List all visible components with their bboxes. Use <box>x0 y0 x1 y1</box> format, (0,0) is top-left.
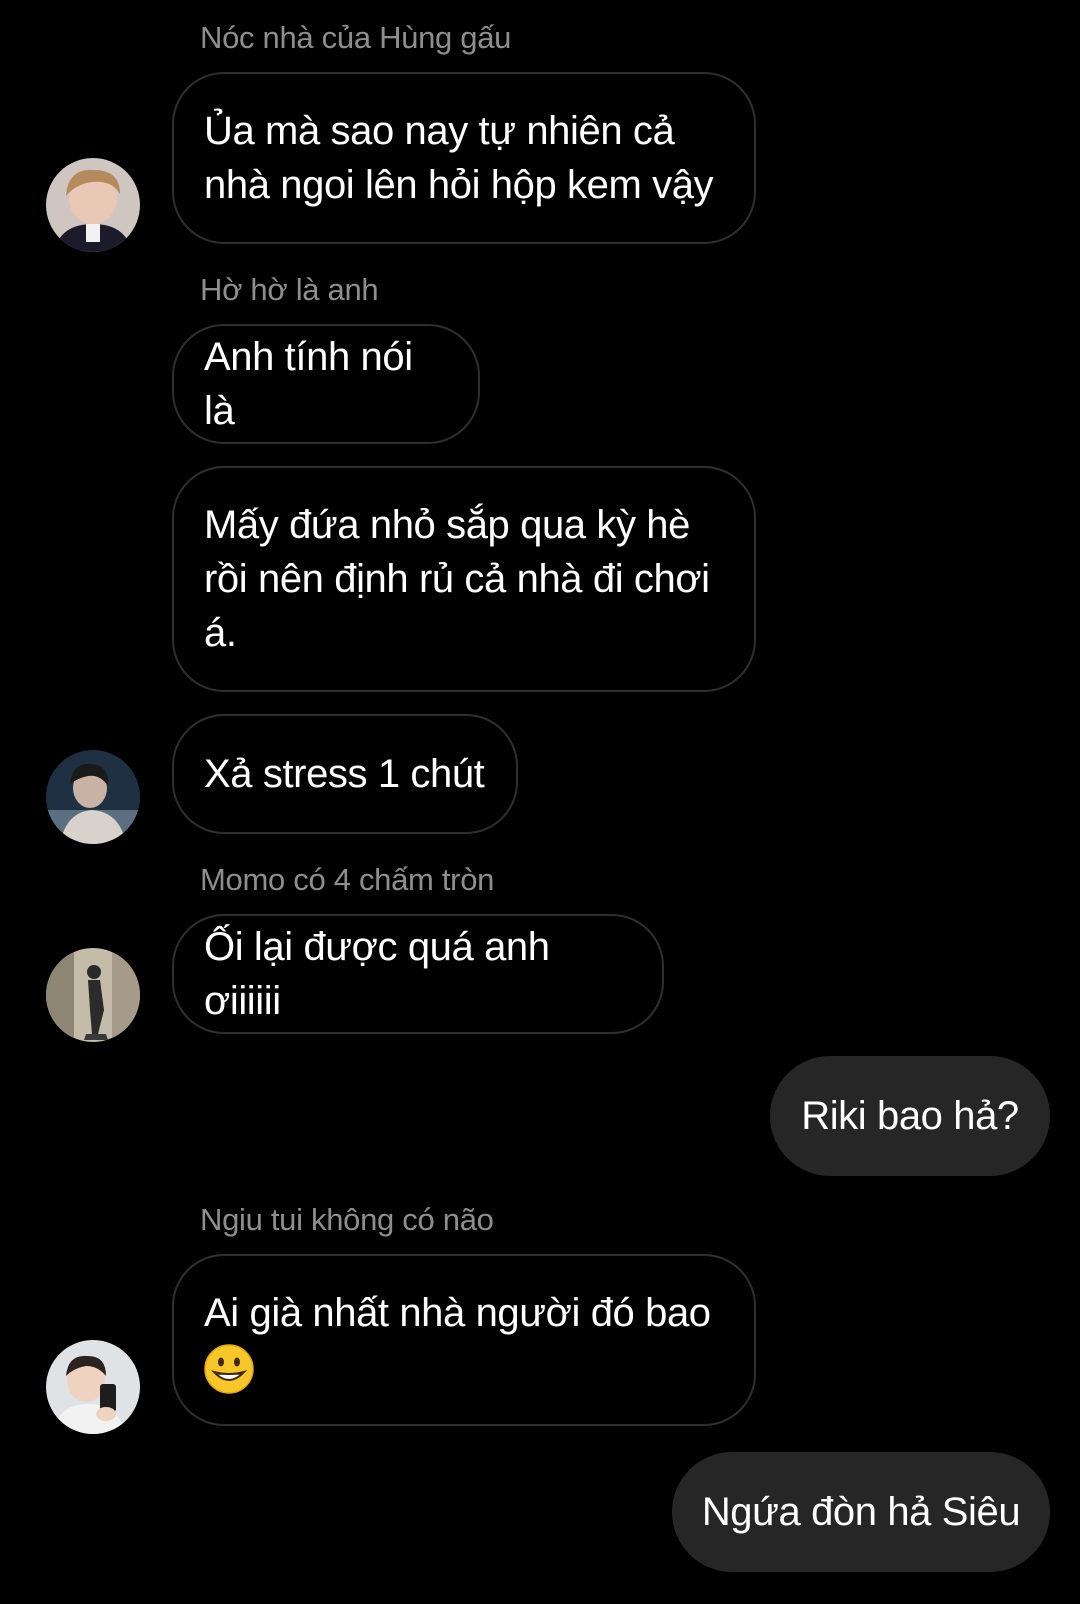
avatar[interactable] <box>46 750 140 844</box>
avatar-image <box>46 1340 140 1434</box>
sender-name: Hờ hờ là anh <box>200 272 379 307</box>
message-bubble-incoming[interactable]: Ai già nhất nhà người đó bao <box>172 1254 756 1426</box>
message-bubble-outgoing[interactable]: Riki bao hả? <box>770 1056 1050 1176</box>
chat-thread: Nóc nhà của Hùng gấu Ủa mà sao nay tự nh… <box>0 0 1080 1604</box>
grinning-face-emoji <box>204 1344 254 1394</box>
avatar-image <box>46 158 140 252</box>
message-bubble-incoming[interactable]: Mấy đứa nhỏ sắp qua kỳ hè rồi nên định r… <box>172 466 756 692</box>
message-bubble-outgoing[interactable]: Ngứa đòn hả Siêu <box>672 1452 1050 1572</box>
avatar[interactable] <box>46 1340 140 1434</box>
sender-name: Ngiu tui không có não <box>200 1202 494 1237</box>
message-bubble-incoming[interactable]: Xả stress 1 chút <box>172 714 518 834</box>
sender-name: Momo có 4 chấm tròn <box>200 862 495 897</box>
message-line: á. <box>204 611 237 655</box>
message-line: Ai già nhất nhà người đó bao <box>204 1290 711 1335</box>
message-line: nhà ngoi lên hỏi hộp kem vậy <box>204 163 714 207</box>
message-line: Mấy đứa nhỏ sắp qua kỳ hè <box>204 503 690 547</box>
avatar[interactable] <box>46 158 140 252</box>
message-emoji-line <box>204 1340 724 1394</box>
message-bubble-incoming[interactable]: Ối lại được quá anh ơiiiiii <box>172 914 664 1034</box>
message-text: Ngứa đòn hả Siêu <box>701 1490 1021 1534</box>
message-line: Ủa mà sao nay tự nhiên cả <box>204 109 675 153</box>
avatar[interactable] <box>46 948 140 1042</box>
message-bubble-incoming[interactable]: Anh tính nói là <box>172 324 480 444</box>
avatar-image <box>46 750 140 844</box>
message-line: Anh tính nói là <box>204 335 413 433</box>
avatar-image <box>46 948 140 1042</box>
sender-name: Nóc nhà của Hùng gấu <box>200 20 512 55</box>
message-line: rồi nên định rủ cả nhà đi chơi <box>204 557 710 601</box>
message-text: Riki bao hả? <box>801 1094 1019 1138</box>
message-line: Xả stress 1 chút <box>204 752 485 796</box>
message-line: Ối lại được quá anh ơiiiiii <box>204 925 550 1023</box>
message-bubble-incoming[interactable]: Ủa mà sao nay tự nhiên cả nhà ngoi lên h… <box>172 72 756 244</box>
